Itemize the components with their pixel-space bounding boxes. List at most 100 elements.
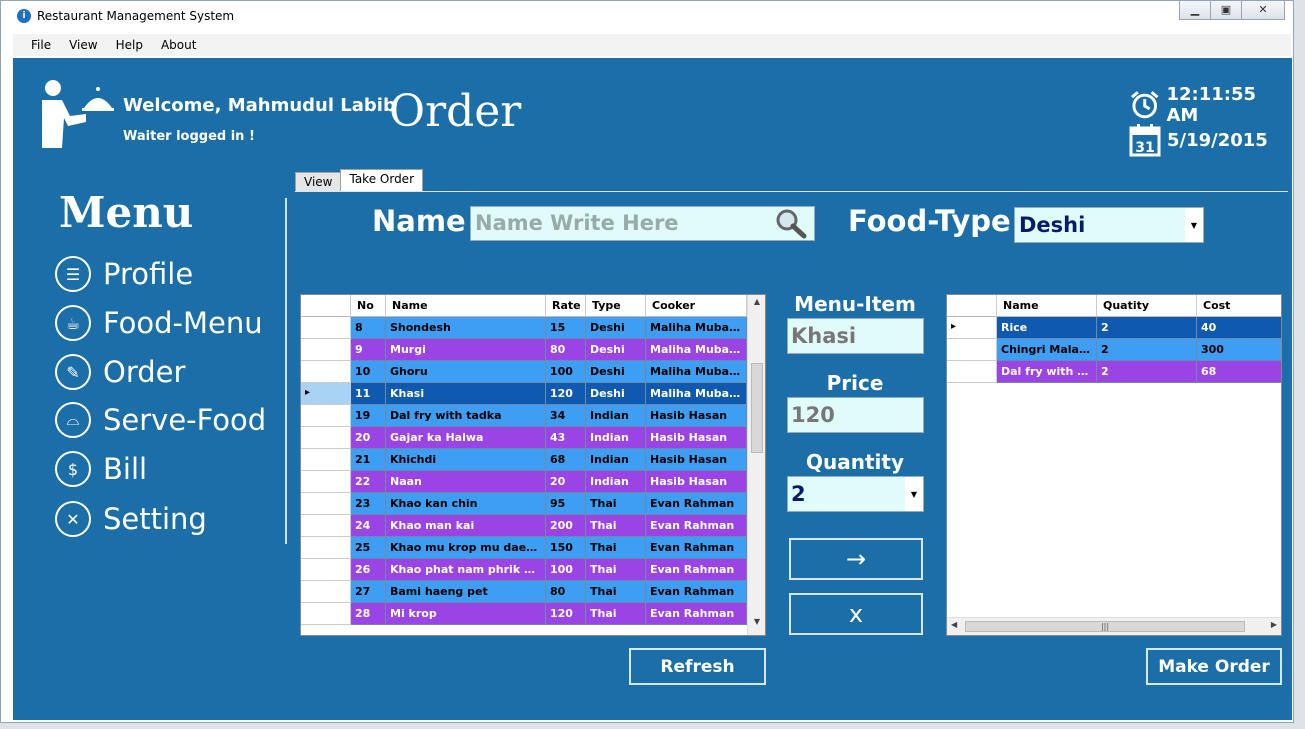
cell-type[interactable]: Deshi [586, 361, 646, 383]
cell-cooker[interactable]: Maliha Mubass... [646, 317, 747, 339]
cell-rate[interactable]: 150 [546, 537, 586, 559]
cell-name[interactable]: Murgi [386, 339, 546, 361]
cell-name[interactable]: Bami haeng pet [386, 581, 546, 603]
minimize-button[interactable]: ▁ [1179, 1, 1211, 20]
make-order-button[interactable]: Make Order [1146, 648, 1282, 685]
cell-no[interactable]: 26 [351, 559, 386, 581]
cell-name[interactable]: Shondesh [386, 317, 546, 339]
sidebar-item-order[interactable]: ✎ Order [55, 354, 185, 390]
refresh-button[interactable]: Refresh [629, 648, 766, 685]
cell-rate[interactable]: 68 [546, 449, 586, 471]
table-row[interactable]: 9 Murgi 80 Deshi Maliha Mubass... [301, 339, 747, 361]
cell-type[interactable]: Thai [586, 515, 646, 537]
cell-rate[interactable]: 100 [546, 361, 586, 383]
cell-rate[interactable]: 200 [546, 515, 586, 537]
cell-no[interactable]: 27 [351, 581, 386, 603]
row-header[interactable] [301, 361, 351, 383]
cell-no[interactable]: 23 [351, 493, 386, 515]
name-search-input[interactable]: Name Write Here [470, 206, 815, 241]
cell-rate[interactable]: 15 [546, 317, 586, 339]
table-row[interactable]: 22 Naan 20 Indian Hasib Hasan [301, 471, 747, 493]
food-type-select[interactable]: Deshi ▼ [1014, 207, 1204, 243]
menu-file[interactable]: File [31, 38, 51, 52]
price-field[interactable]: 120 [787, 397, 924, 433]
cell-name[interactable]: Chingri Malai c... [997, 339, 1097, 361]
cell-cooker[interactable]: Evan Rahman [646, 493, 747, 515]
cell-quantity[interactable]: 2 [1097, 339, 1197, 361]
cell-rate[interactable]: 34 [546, 405, 586, 427]
cell-name[interactable]: Khasi [386, 383, 546, 405]
row-header[interactable] [301, 581, 351, 603]
row-header[interactable] [301, 603, 351, 625]
row-header[interactable] [947, 339, 997, 361]
cell-name[interactable]: Dal fry with tadka [386, 405, 546, 427]
scroll-down-icon[interactable]: ▼ [748, 617, 765, 633]
sidebar-item-profile[interactable]: ☰ Profile [55, 256, 193, 292]
row-header[interactable] [301, 339, 351, 361]
menu-item-field[interactable]: Khasi [787, 318, 924, 354]
cell-cooker[interactable]: Evan Rahman [646, 515, 747, 537]
cell-cooker[interactable]: Maliha Mubass... [646, 361, 747, 383]
cell-name[interactable]: Mi krop [386, 603, 546, 625]
cell-cooker[interactable]: Evan Rahman [646, 537, 747, 559]
cell-type[interactable]: Indian [586, 471, 646, 493]
menu-items-grid[interactable]: No Name Rate Type Cooker 8 Shondesh 15 Desh… [300, 294, 766, 636]
cell-no[interactable]: 19 [351, 405, 386, 427]
scroll-up-icon[interactable]: ▲ [748, 297, 765, 313]
tab-take-order[interactable]: Take Order [340, 169, 424, 192]
search-icon[interactable] [773, 208, 809, 240]
cell-no[interactable]: 24 [351, 515, 386, 537]
cell-name[interactable]: Ghoru [386, 361, 546, 383]
cell-no[interactable]: 11 [351, 383, 386, 405]
cell-name[interactable]: Khao mu krop mu daeng [386, 537, 546, 559]
cell-type[interactable]: Deshi [586, 339, 646, 361]
table-row[interactable]: 20 Gajar ka Halwa 43 Indian Hasib Hasan [301, 427, 747, 449]
menu-about[interactable]: About [161, 38, 196, 52]
table-row[interactable]: 8 Shondesh 15 Deshi Maliha Mubass... [301, 317, 747, 339]
cell-cooker[interactable]: Evan Rahman [646, 603, 747, 625]
menu-view[interactable]: View [69, 38, 97, 52]
cell-no[interactable]: 20 [351, 427, 386, 449]
cell-rate[interactable]: 100 [546, 559, 586, 581]
cell-rate[interactable]: 120 [546, 603, 586, 625]
cell-no[interactable]: 10 [351, 361, 386, 383]
table-row[interactable]: ▸ Rice 2 40 [947, 317, 1281, 339]
scroll-thumb[interactable]: ||| [965, 621, 1245, 632]
row-header[interactable] [301, 537, 351, 559]
table-row[interactable]: ▸ 11 Khasi 120 Deshi Maliha Mubass... [301, 383, 747, 405]
cell-name[interactable]: Khao phat nam phrik narok [386, 559, 546, 581]
scroll-left-icon[interactable]: ◀ [951, 620, 957, 629]
cell-cooker[interactable]: Maliha Mubass... [646, 383, 747, 405]
table-row[interactable]: 27 Bami haeng pet 80 Thai Evan Rahman [301, 581, 747, 603]
cell-type[interactable]: Indian [586, 405, 646, 427]
cell-no[interactable]: 21 [351, 449, 386, 471]
row-header[interactable] [947, 361, 997, 383]
order-grid[interactable]: Name Quatity Cost ▸ Rice 2 40 Chingri Malai … [946, 294, 1282, 636]
table-row[interactable]: 28 Mi krop 120 Thai Evan Rahman [301, 603, 747, 625]
table-row[interactable]: 26 Khao phat nam phrik narok 100 Thai Evan R… [301, 559, 747, 581]
cell-rate[interactable]: 43 [546, 427, 586, 449]
cell-name[interactable]: Rice [997, 317, 1097, 339]
table-row[interactable]: 23 Khao kan chin 95 Thai Evan Rahman [301, 493, 747, 515]
sidebar-item-bill[interactable]: $ Bill [55, 451, 147, 487]
cell-name[interactable]: Gajar ka Halwa [386, 427, 546, 449]
cell-type[interactable]: Deshi [586, 317, 646, 339]
tab-view[interactable]: View [295, 172, 342, 192]
col-header-quantity[interactable]: Quatity [1097, 295, 1197, 316]
cell-no[interactable]: 9 [351, 339, 386, 361]
row-header[interactable] [301, 427, 351, 449]
cell-rate[interactable]: 80 [546, 581, 586, 603]
cell-type[interactable]: Indian [586, 427, 646, 449]
cell-no[interactable]: 22 [351, 471, 386, 493]
cell-rate[interactable]: 80 [546, 339, 586, 361]
cell-rate[interactable]: 20 [546, 471, 586, 493]
cell-name[interactable]: Khichdi [386, 449, 546, 471]
col-header-name[interactable]: Name [386, 295, 546, 316]
cell-cooker[interactable]: Hasib Hasan [646, 405, 747, 427]
cell-rate[interactable]: 120 [546, 383, 586, 405]
cell-cooker[interactable]: Evan Rahman [646, 559, 747, 581]
table-row[interactable]: 24 Khao man kai 200 Thai Evan Rahman [301, 515, 747, 537]
vertical-scrollbar[interactable]: ▲ ▼ [747, 295, 765, 635]
sidebar-item-food-menu[interactable]: ☕ Food-Menu [55, 305, 263, 341]
cell-cost[interactable]: 300 [1197, 339, 1281, 361]
